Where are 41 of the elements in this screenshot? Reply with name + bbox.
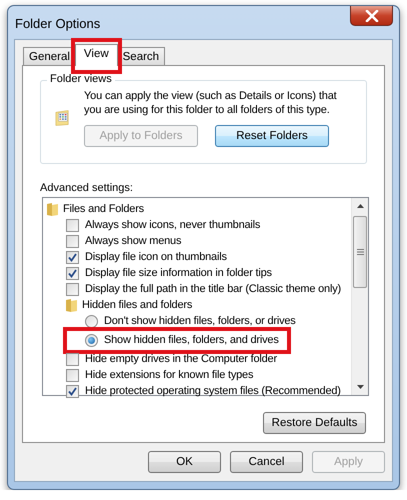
- checkbox[interactable]: [66, 384, 79, 398]
- scroll-thumb[interactable]: [353, 216, 367, 288]
- close-button[interactable]: [350, 6, 393, 26]
- checkbox[interactable]: [66, 234, 79, 248]
- setting-label: Hidden files and folders: [82, 299, 192, 311]
- setting-label: Hide empty drives in the Computer folder: [85, 353, 277, 365]
- checkbox[interactable]: [66, 266, 79, 280]
- button[interactable]: Cancel: [230, 451, 303, 473]
- scrollbar[interactable]: [351, 198, 368, 395]
- checkbox[interactable]: [66, 352, 79, 366]
- setting-label: Files and Folders: [63, 203, 144, 215]
- checkbox[interactable]: [66, 218, 79, 232]
- group-title: Folder views: [47, 73, 115, 85]
- setting-label: Always show menus: [85, 235, 182, 247]
- setting-label: Display file size information in folder tips: [85, 267, 272, 279]
- folder-icon: [47, 202, 58, 216]
- window-title: Folder Options: [15, 16, 100, 31]
- scroll-down-icon[interactable]: [356, 385, 364, 389]
- radio-button[interactable]: [85, 314, 98, 328]
- radio-button[interactable]: [85, 334, 98, 346]
- description-text: You can apply the view (such as Details or Icons) that you are using for this folder to all folders of this type.: [84, 89, 338, 117]
- checkbox[interactable]: [66, 282, 79, 296]
- tab[interactable]: View: [74, 44, 118, 66]
- setting-label: Show hidden files, folders, and drives: [104, 334, 279, 346]
- restore-defaults-button[interactable]: Restore Defaults: [263, 412, 366, 434]
- scroll-up-icon[interactable]: [356, 204, 364, 208]
- button[interactable]: OK: [148, 451, 221, 473]
- setting-label: Display file icon on thumbnails: [85, 251, 227, 263]
- setting-label: Display the full path in the title bar (Classic theme only): [85, 283, 341, 295]
- setting-label: Always show icons, never thumbnails: [85, 219, 260, 231]
- folder-icon: [66, 298, 77, 312]
- section-label: Advanced settings:: [40, 182, 134, 194]
- highlight-frame: [70, 38, 122, 74]
- setting-label: Don't show hidden files, folders, or drives: [104, 315, 296, 327]
- grip-icon: [356, 249, 364, 255]
- button[interactable]: Reset Folders: [215, 125, 329, 147]
- checkbox[interactable]: [66, 368, 79, 382]
- setting-label: Hide extensions for known file types: [85, 369, 254, 381]
- checkbox[interactable]: [66, 250, 79, 264]
- setting-label: Hide protected operating system files (Recommended): [85, 385, 341, 397]
- close-icon: [364, 10, 378, 22]
